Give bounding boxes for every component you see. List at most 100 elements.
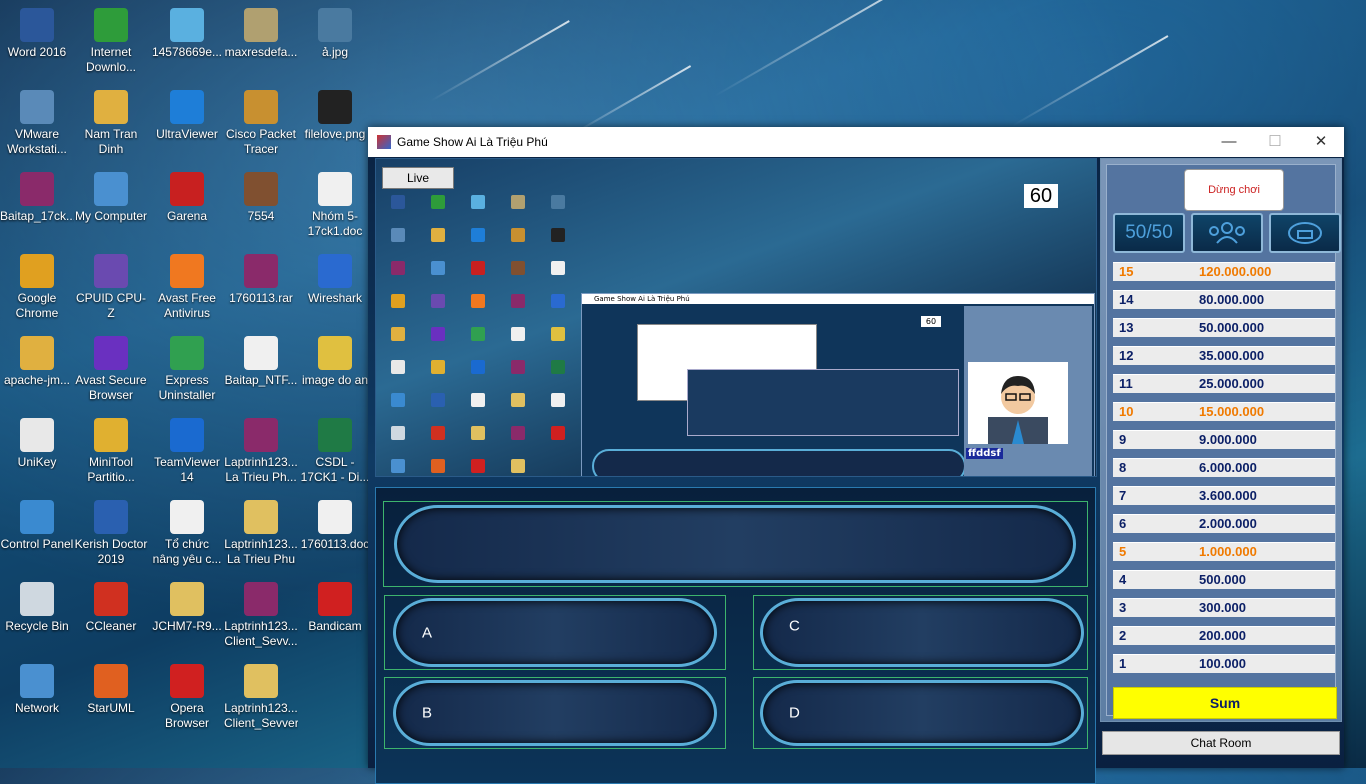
desktop-icon[interactable]: Nhóm 5-17ck1.doc — [298, 172, 372, 239]
desktop-icon[interactable]: Opera Browser — [150, 664, 224, 731]
desktop-icon[interactable]: Google Chrome — [0, 254, 74, 321]
minimize-button[interactable]: — — [1206, 127, 1252, 157]
desktop-icon[interactable]: CPUID CPU-Z — [74, 254, 148, 321]
desktop-icon[interactable]: image do an — [298, 336, 372, 388]
sum-button[interactable]: Sum — [1113, 687, 1337, 719]
desktop-icon[interactable]: Express Uninstaller — [150, 336, 224, 403]
maximize-button[interactable]: ☐ — [1252, 127, 1298, 157]
desktop-icon[interactable]: CSDL - 17CK1 - Di... — [298, 418, 372, 485]
desktop-icon[interactable]: Garena — [150, 172, 224, 224]
desktop-app-icon — [20, 336, 54, 370]
desktop-icon[interactable]: 1760113.rar — [224, 254, 298, 306]
desktop-icon[interactable]: UniKey — [0, 418, 74, 470]
chat-room-button[interactable]: Chat Room — [1102, 731, 1340, 755]
audience-icon — [1209, 222, 1245, 244]
answer-c-frame[interactable]: C — [753, 595, 1088, 670]
answer-b-button[interactable]: B — [393, 680, 717, 746]
desktop-icon-label: 7554 — [247, 209, 275, 223]
desktop-icon[interactable]: filelove.png — [298, 90, 372, 142]
desktop-icon[interactable]: Nam Tran Dinh — [74, 90, 148, 157]
desktop-icon[interactable]: Laptrinh123... La Trieu Ph... — [224, 418, 298, 485]
desktop-app-icon — [170, 254, 204, 288]
desktop-icon-label: MiniTool Partitio... — [87, 455, 135, 484]
desktop-icon[interactable]: Wireshark — [298, 254, 372, 306]
stream-mini-icon — [471, 360, 485, 374]
answer-d-frame[interactable]: D — [753, 677, 1088, 749]
desktop-app-icon — [244, 90, 278, 124]
prize-row: 8 6.000.000 — [1113, 458, 1335, 477]
desktop-icon[interactable]: JCHM7-R9... — [150, 582, 224, 634]
desktop-icon[interactable]: Bandicam — [298, 582, 372, 634]
answer-d-button[interactable]: D — [760, 680, 1084, 746]
answer-a-button[interactable]: A — [393, 598, 717, 667]
avatar-icon — [988, 376, 1048, 444]
desktop-icon[interactable]: VMware Workstati... — [0, 90, 74, 157]
close-button[interactable]: ✕ — [1298, 127, 1344, 157]
desktop-icon[interactable]: CCleaner — [74, 582, 148, 634]
desktop-icon[interactable]: Laptrinh123... La Trieu Phu — [224, 500, 298, 567]
prize-level: 1 — [1119, 656, 1127, 671]
stream-mini-icon — [471, 327, 485, 341]
fifty-fifty-button[interactable]: 50/50 — [1113, 213, 1185, 253]
prize-row: 3 300.000 — [1113, 598, 1335, 617]
desktop-icon[interactable]: Control Panel — [0, 500, 74, 552]
desktop-icon[interactable]: Tổ chức nâng yêu c... — [150, 500, 224, 567]
game-window: Game Show Ai Là Triệu Phú — ☐ ✕ Live Gam… — [368, 127, 1344, 784]
desktop-app-icon — [94, 582, 128, 616]
prize-level: 8 — [1119, 460, 1127, 475]
desktop-icon[interactable]: Word 2016 — [0, 8, 74, 60]
desktop-icon[interactable]: 14578669e... — [150, 8, 224, 60]
desktop-icon[interactable]: UltraViewer — [150, 90, 224, 142]
phone-icon — [1288, 222, 1322, 244]
desktop-icon[interactable]: maxresdefa... — [224, 8, 298, 60]
desktop-icon-label: Baitap_17ck... — [0, 209, 74, 223]
desktop-icon[interactable]: 1760113.doc — [298, 500, 372, 552]
answer-b-frame[interactable]: B — [384, 677, 726, 749]
prize-row: 10 15.000.000 — [1113, 402, 1335, 421]
prize-row: 5 1.000.000 — [1113, 542, 1335, 561]
prize-row: 6 2.000.000 — [1113, 514, 1335, 533]
desktop-icon-label: 1760113.doc — [300, 537, 370, 551]
desktop-icon[interactable]: Laptrinh123... Client_Sevv... — [224, 582, 298, 649]
desktop-icon[interactable]: 7554 — [224, 172, 298, 224]
prize-amount: 1.000.000 — [1199, 544, 1257, 559]
stream-mini-icon — [391, 294, 405, 308]
desktop-app-icon — [318, 254, 352, 288]
desktop-icon[interactable]: Avast Secure Browser — [74, 336, 148, 403]
desktop-icon[interactable]: MiniTool Partitio... — [74, 418, 148, 485]
desktop-icon[interactable]: ả.jpg — [298, 8, 372, 60]
desktop-icon[interactable]: Laptrinh123... Client_Sevver — [224, 664, 298, 731]
desktop-app-icon — [94, 336, 128, 370]
answer-a-frame[interactable]: A — [384, 595, 726, 670]
desktop-icon[interactable]: Cisco Packet Tracer — [224, 90, 298, 157]
desktop-icon[interactable]: Baitap_NTF... — [224, 336, 298, 388]
prize-amount: 9.000.000 — [1199, 432, 1257, 447]
desktop-icon[interactable]: Avast Free Antivirus — [150, 254, 224, 321]
desktop-icon[interactable]: TeamViewer 14 — [150, 418, 224, 485]
desktop-icon[interactable]: Baitap_17ck... — [0, 172, 74, 224]
desktop-icon[interactable]: Recycle Bin — [0, 582, 74, 634]
prize-row: 7 3.600.000 — [1113, 486, 1335, 505]
desktop-icon[interactable]: My Computer — [74, 172, 148, 224]
desktop-icon-label: apache-jm... — [3, 373, 71, 387]
ask-audience-button[interactable] — [1191, 213, 1263, 253]
phone-friend-button[interactable] — [1269, 213, 1341, 253]
desktop-icon-label: VMware Workstati... — [7, 127, 67, 156]
prize-row: 13 50.000.000 — [1113, 318, 1335, 337]
prize-level: 14 — [1119, 292, 1134, 307]
desktop-icon[interactable]: apache-jm... — [0, 336, 74, 388]
stop-game-button[interactable]: Dừng chơi — [1184, 169, 1284, 211]
prize-row: 14 80.000.000 — [1113, 290, 1335, 309]
desktop-icon[interactable]: Internet Downlo... — [74, 8, 148, 75]
answer-c-button[interactable]: C — [760, 598, 1084, 667]
title-bar[interactable]: Game Show Ai Là Triệu Phú — ☐ ✕ — [368, 127, 1344, 157]
desktop-icon[interactable]: Network — [0, 664, 74, 716]
desktop-icon-label: CPUID CPU-Z — [75, 291, 146, 320]
desktop-icon[interactable]: Kerish Doctor 2019 — [74, 500, 148, 567]
stream-mini-icon — [391, 360, 405, 374]
desktop-app-icon — [170, 172, 204, 206]
live-button[interactable]: Live — [382, 167, 454, 189]
desktop-icon[interactable]: StarUML — [74, 664, 148, 716]
desktop-app-icon — [20, 664, 54, 698]
desktop-app-icon — [20, 8, 54, 42]
